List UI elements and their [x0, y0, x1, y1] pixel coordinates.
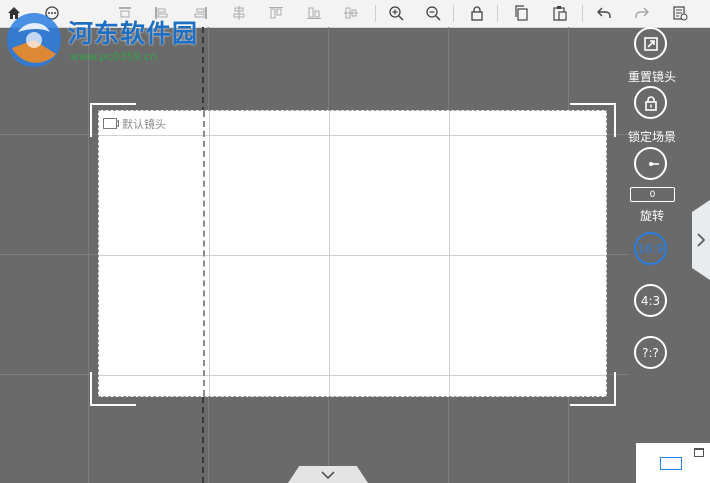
scene-grid-line	[99, 135, 606, 136]
rotate-input[interactable]	[630, 187, 675, 202]
scene-grid-line	[329, 111, 330, 396]
undo-icon[interactable]	[595, 4, 613, 22]
scene-grid-line	[99, 255, 606, 256]
rotate-dial-icon	[648, 161, 659, 166]
scene-frame[interactable]: 默认镜头	[98, 110, 607, 397]
toolbar-divider	[582, 5, 583, 22]
camera-corner-bottom-right	[570, 372, 616, 406]
copy-icon[interactable]	[512, 4, 530, 22]
toolbar-divider	[497, 5, 498, 22]
ratio-custom-button[interactable]: ?:?	[634, 336, 667, 369]
right-panel: 重置镜头 锁定场景 旋转 16:9 4:3 ?:?	[620, 27, 690, 427]
toolbar-divider	[453, 5, 454, 22]
watermark: 河东软件园 www.pc0359.cn	[4, 6, 214, 68]
camera-corner-bottom-left	[90, 372, 136, 406]
reset-camera-label: 重置镜头	[627, 70, 676, 84]
scene-grid-line	[209, 111, 210, 396]
window-icon[interactable]	[694, 448, 704, 457]
watermark-logo-icon	[7, 13, 61, 67]
properties-icon[interactable]	[671, 4, 689, 22]
rotate-dial[interactable]	[634, 147, 667, 180]
camera-corner-top-left	[90, 103, 136, 137]
toolbar-divider	[375, 5, 376, 22]
expand-panel-tab[interactable]	[692, 200, 710, 280]
lock-icon[interactable]	[468, 4, 486, 22]
align-center-vertical-icon[interactable]	[230, 4, 248, 22]
scene-grid-line	[449, 111, 450, 396]
lock-scene-button[interactable]	[634, 86, 667, 119]
ratio-4-3-button[interactable]: 4:3	[634, 284, 667, 317]
align-top-edge-icon[interactable]	[267, 4, 285, 22]
paste-icon[interactable]	[551, 4, 569, 22]
zoom-out-icon[interactable]	[424, 4, 442, 22]
align-middle-icon[interactable]	[342, 4, 360, 22]
chevron-right-icon	[697, 233, 706, 247]
watermark-url: www.pc0359.cn	[70, 50, 158, 63]
redo-icon[interactable]	[633, 4, 651, 22]
scene-grid-line	[99, 375, 606, 376]
ratio-16-9-button[interactable]: 16:9	[634, 232, 667, 265]
reset-camera-icon	[643, 36, 658, 51]
preview-thumbnail[interactable]	[636, 443, 710, 483]
reset-camera-button[interactable]	[634, 27, 667, 60]
scene-guide-line	[203, 111, 205, 396]
preview-camera-frame	[660, 457, 682, 470]
bottom-drawer-toggle[interactable]	[288, 466, 368, 483]
lock-scene-icon	[644, 95, 657, 111]
align-bottom-edge-icon[interactable]	[305, 4, 323, 22]
zoom-in-icon[interactable]	[387, 4, 405, 22]
camera-corner-top-right	[570, 103, 616, 137]
watermark-title: 河东软件园	[68, 19, 199, 48]
rotate-label: 旋转	[639, 209, 664, 223]
chevron-down-icon	[321, 470, 335, 479]
lock-scene-label: 锁定场景	[627, 130, 676, 144]
grid-line	[88, 27, 89, 483]
